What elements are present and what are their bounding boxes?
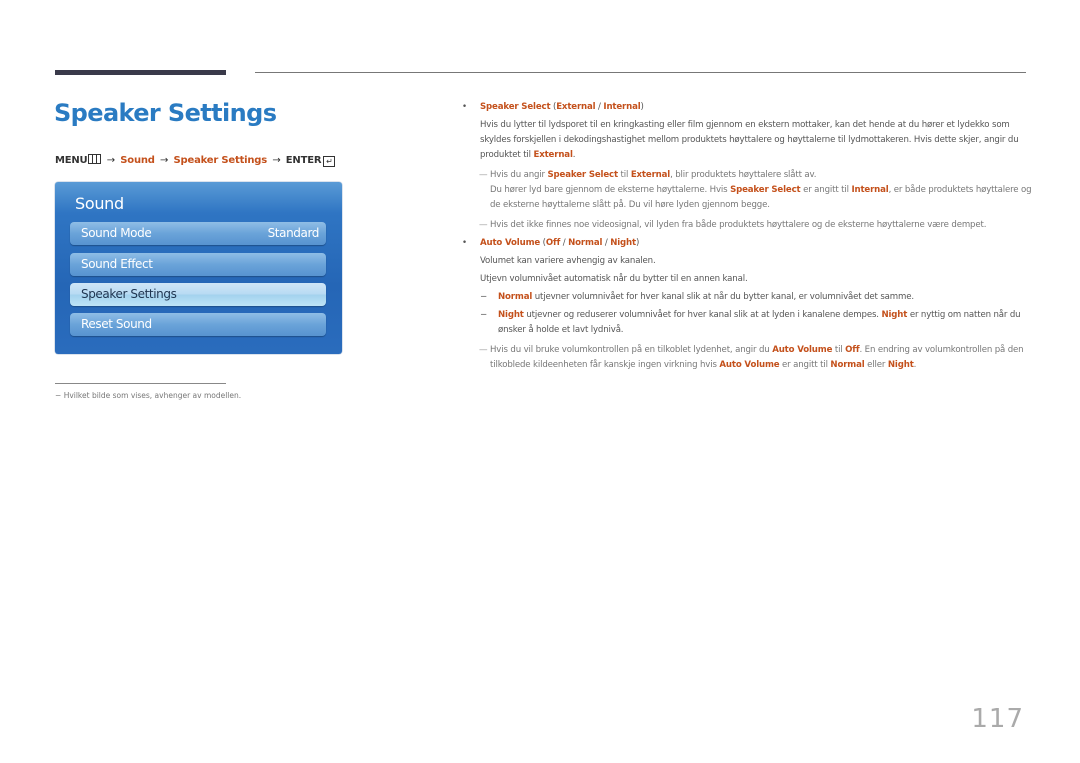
note-dash-icon: —: [479, 170, 488, 180]
osd-item-label: Speaker Settings: [81, 287, 177, 301]
enter-return-icon: ↵: [323, 156, 336, 167]
auto-volume-line1: Volumet kan variere avhengig av kanalen.: [480, 256, 656, 266]
option-normal: Normal: [568, 238, 603, 248]
note-text: , blir produktets høyttalere slått av.: [670, 170, 817, 180]
note-speaker-select: Speaker Select: [730, 185, 801, 195]
footnote: − Hvilket bilde som vises, avhenger av m…: [55, 391, 241, 400]
osd-item-label: Sound Mode: [81, 226, 152, 240]
menu-grid-icon: [88, 154, 102, 164]
note-auto-volume: Auto Volume: [719, 360, 780, 370]
note-speaker-external: — Hvis du angir Speaker Select til Exter…: [462, 168, 1032, 213]
option-off: Off: [545, 238, 561, 248]
option-night: Night: [610, 238, 636, 248]
note-text: Hvis du vil bruke volumkontrollen på en …: [490, 345, 770, 355]
auto-volume-night-item: − Night utjevner og reduserer volumnivåe…: [462, 308, 1032, 338]
auto-volume-heading: Auto Volume (Off / Normal / Night): [462, 236, 1032, 251]
footnote-rule: [55, 383, 226, 384]
heading-auto-volume: Auto Volume: [480, 238, 541, 248]
sound-osd-menu: Sound Sound Mode Standard Sound Effect S…: [55, 182, 342, 354]
label-normal: Normal: [498, 292, 533, 302]
note-internal: Internal: [851, 185, 889, 195]
note-text: til: [834, 345, 843, 355]
note-auto-volume: — Hvis du vil bruke volumkontrollen på e…: [462, 343, 1032, 373]
label-night: Night: [881, 310, 908, 320]
menu-path-breadcrumb: MENU → Sound → Speaker Settings → ENTER ↵: [55, 154, 336, 167]
note-text: .: [913, 360, 917, 370]
arrow-icon: →: [160, 155, 169, 166]
footnote-text: Hvilket bilde som vises, avhenger av mod…: [63, 391, 242, 400]
desc-external: External: [533, 150, 573, 160]
dash-icon: −: [55, 391, 62, 400]
note-dash-icon: —: [479, 220, 488, 230]
desc-night: utjevner og reduserer volumnivået for hv…: [526, 310, 879, 320]
osd-item-label: Reset Sound: [81, 317, 152, 331]
note-auto-volume: Auto Volume: [772, 345, 833, 355]
note-text: Du hører lyd bare gjennom de eksterne hø…: [490, 185, 728, 195]
page-title: Speaker Settings: [54, 99, 277, 127]
auto-volume-normal-item: − Normal utjevner volumnivået for hver k…: [462, 290, 1032, 305]
option-external: External: [556, 102, 596, 112]
dash-icon: −: [480, 292, 488, 302]
arrow-icon: →: [106, 155, 115, 166]
speaker-select-heading: Speaker Select (External / Internal): [462, 100, 1032, 115]
arrow-icon: →: [272, 155, 281, 166]
note-off: Off: [845, 345, 860, 355]
breadcrumb-sound: Sound: [120, 155, 155, 166]
breadcrumb-speaker-settings: Speaker Settings: [173, 155, 268, 166]
note-text: Hvis du angir: [490, 170, 545, 180]
header-rule-thick: [55, 70, 226, 75]
note-normal: Normal: [830, 360, 865, 370]
auto-volume-line2: Utjevn volumnivået automatisk når du byt…: [480, 274, 748, 284]
menu-label: MENU: [55, 155, 88, 166]
note-text: er angitt til: [803, 185, 849, 195]
heading-speaker-select: Speaker Select: [480, 102, 551, 112]
osd-title: Sound: [75, 194, 124, 213]
osd-item-sound-effect[interactable]: Sound Effect: [70, 253, 326, 276]
note-dash-icon: —: [479, 345, 488, 355]
osd-item-reset-sound[interactable]: Reset Sound: [70, 313, 326, 336]
enter-label: ENTER: [285, 155, 322, 166]
desc-normal: utjevner volumnivået for hver kanal slik…: [534, 292, 914, 302]
note-night: Night: [887, 360, 914, 370]
content-column: Speaker Select (External / Internal) Hvi…: [462, 100, 1032, 373]
header-rule-thin: [255, 72, 1026, 73]
note-text: eller: [867, 360, 886, 370]
osd-item-speaker-settings[interactable]: Speaker Settings: [70, 283, 326, 306]
osd-item-label: Sound Effect: [81, 257, 153, 271]
osd-item-sound-mode[interactable]: Sound Mode Standard: [70, 222, 326, 245]
note-external: External: [630, 170, 671, 180]
option-internal: Internal: [603, 102, 641, 112]
speaker-select-description: Hvis du lytter til lydsporet til en krin…: [480, 120, 1019, 160]
note-text: Hvis det ikke finnes noe videosignal, vi…: [490, 220, 987, 230]
note-text: til: [620, 170, 629, 180]
osd-item-value: Standard: [267, 226, 320, 240]
note-no-video-signal: — Hvis det ikke finnes noe videosignal, …: [462, 218, 1032, 233]
note-text: er angitt til: [782, 360, 828, 370]
note-speaker-select: Speaker Select: [547, 170, 619, 180]
label-night: Night: [498, 310, 524, 320]
page-number: 117: [971, 704, 1024, 734]
dash-icon: −: [480, 310, 488, 320]
